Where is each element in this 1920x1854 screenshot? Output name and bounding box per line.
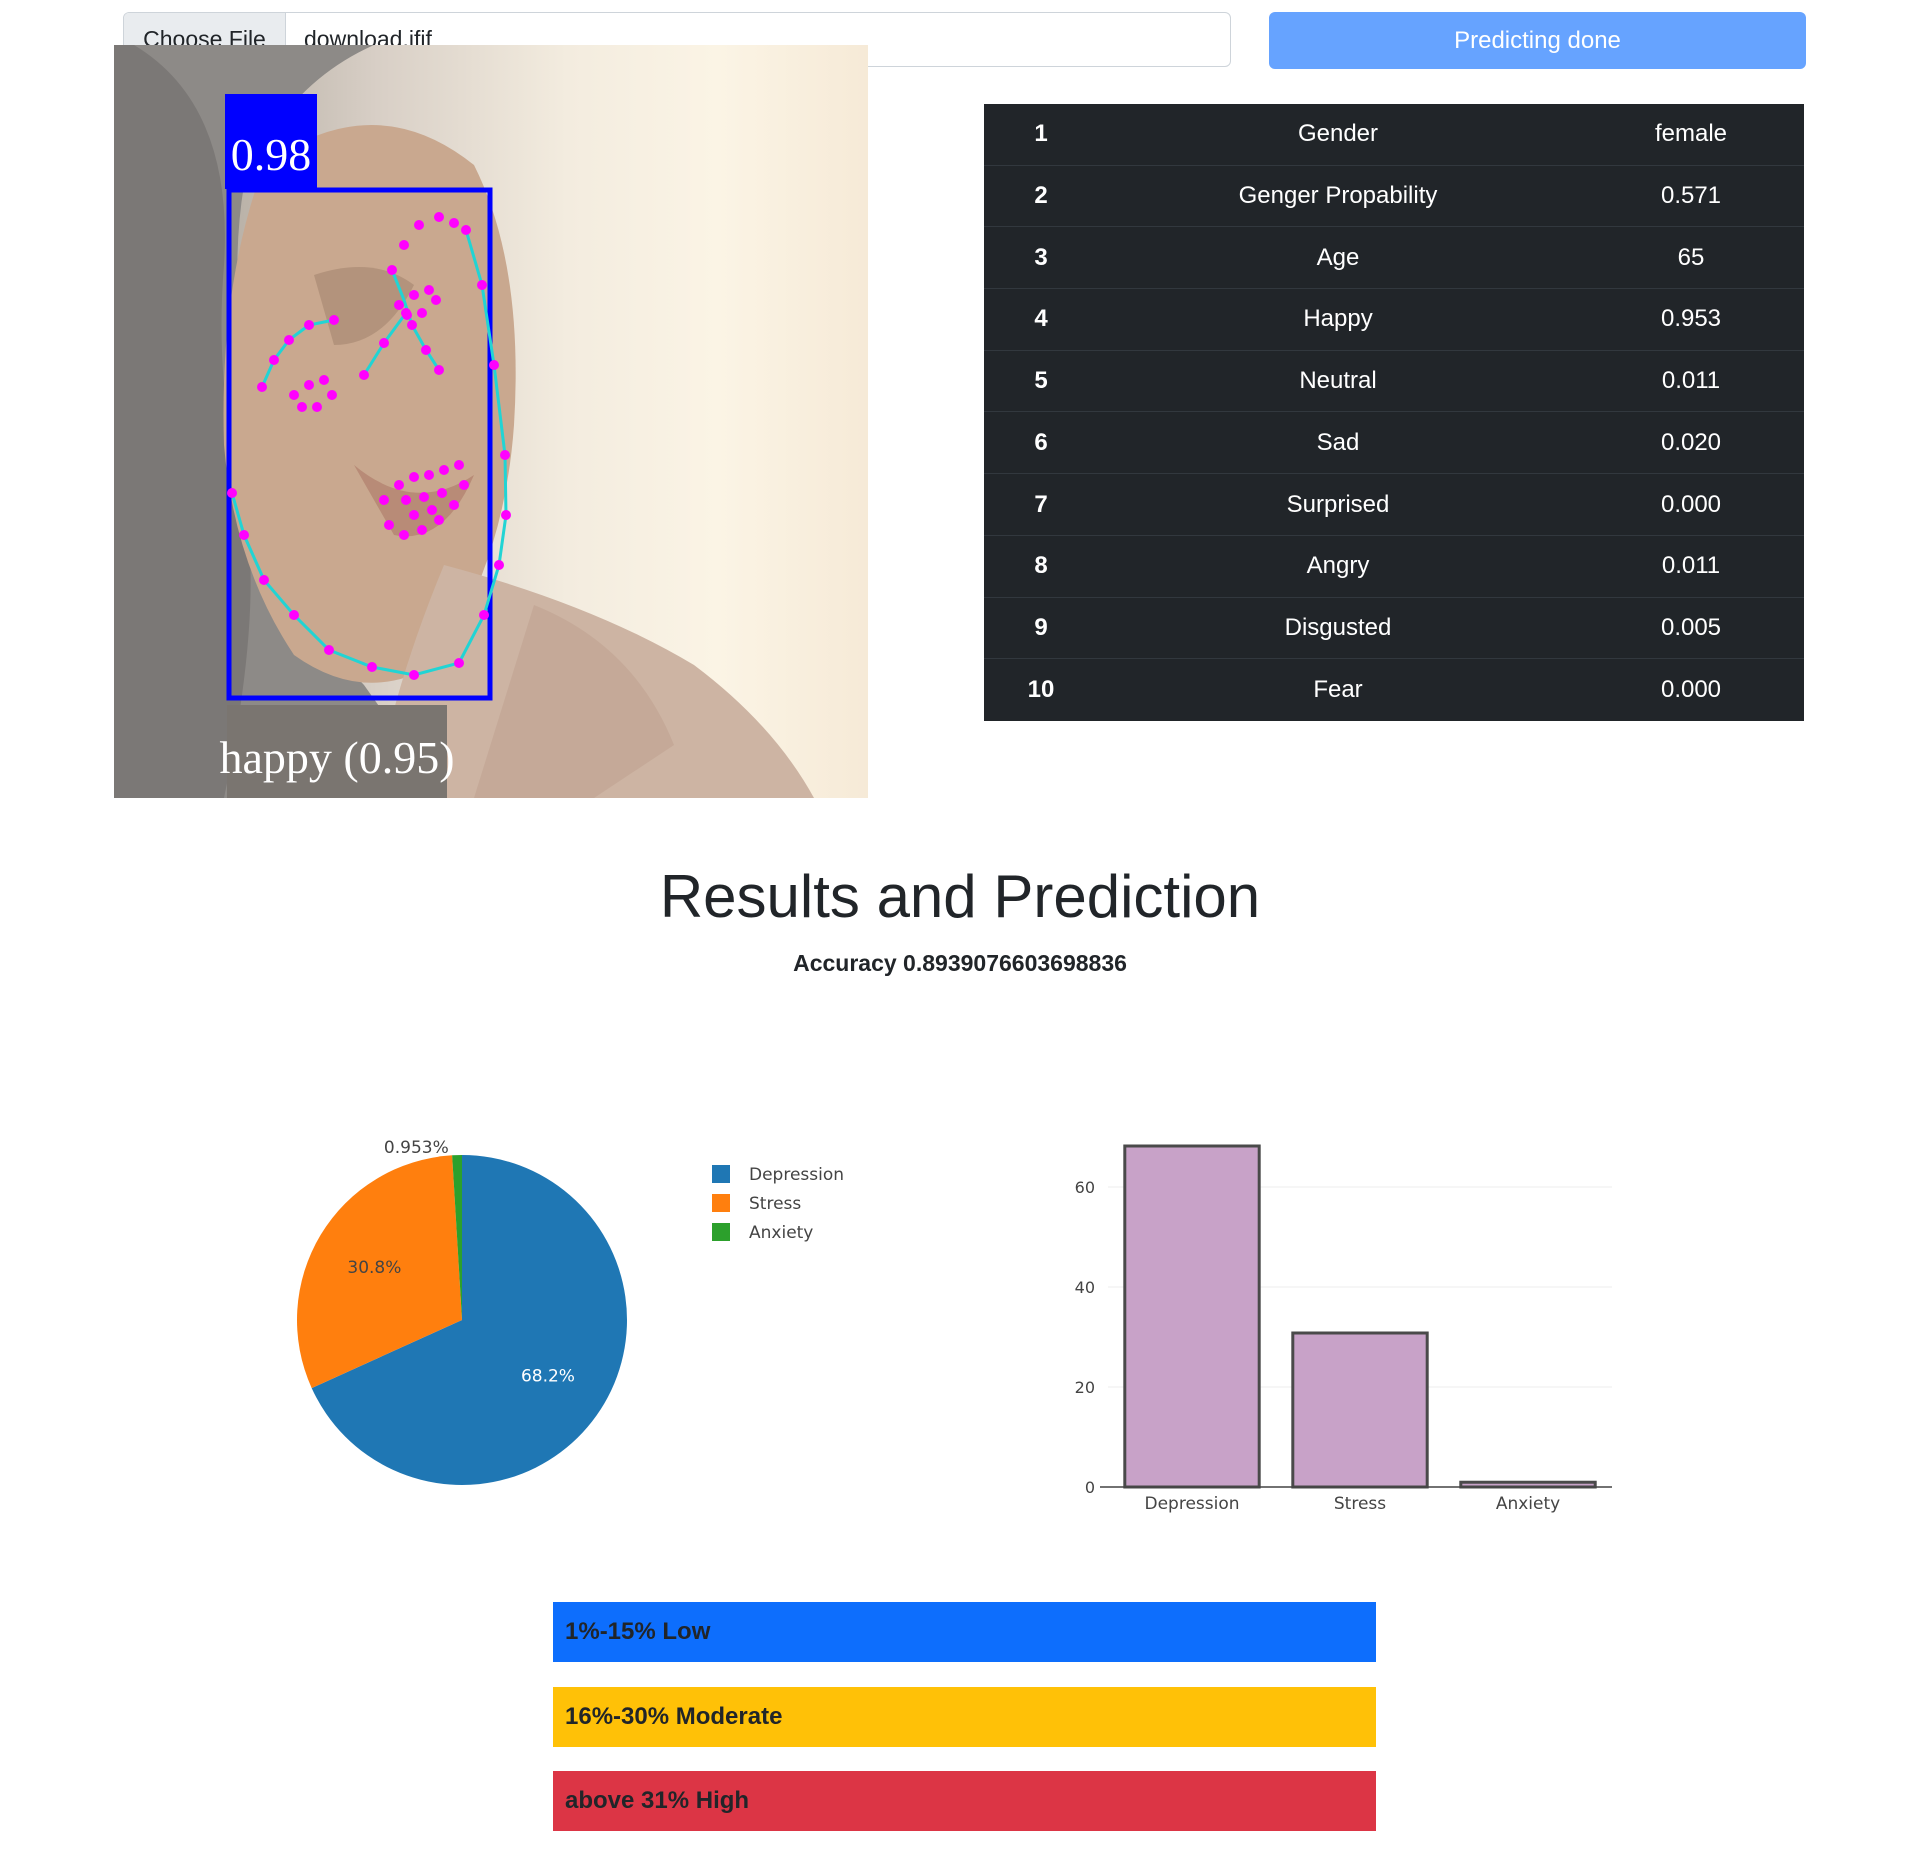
legend-label: Stress bbox=[749, 1194, 801, 1214]
table-row: 2 Genger Propability 0.571 bbox=[984, 166, 1804, 228]
risk-level-bar: 1%-15% Low bbox=[553, 1602, 1376, 1662]
table-cell-index: 5 bbox=[1034, 367, 1048, 395]
table-cell-index: 7 bbox=[1034, 490, 1048, 518]
results-title: Results and Prediction bbox=[659, 863, 1261, 930]
table-cell-value: 0.953 bbox=[1660, 305, 1722, 333]
table-cell-value: 0.571 bbox=[1660, 182, 1722, 210]
bar-y-tick-label: 0 bbox=[1085, 1478, 1095, 1497]
table-cell-label: Gender bbox=[1297, 120, 1379, 148]
table-cell-label: Neutral bbox=[1299, 367, 1377, 395]
table-cell-index: 9 bbox=[1034, 613, 1048, 641]
legend-label: Depression bbox=[749, 1165, 844, 1185]
table-cell-index: 8 bbox=[1034, 552, 1048, 580]
risk-level-bar: above 31% High bbox=[553, 1771, 1376, 1831]
bar-x-tick-label: Depression bbox=[1144, 1494, 1239, 1514]
legend-label: Anxiety bbox=[749, 1223, 813, 1243]
bar-x-tick-label: Stress bbox=[1334, 1494, 1386, 1514]
table-row: 6 Sad 0.020 bbox=[984, 413, 1804, 475]
table-cell-label: Disgusted bbox=[1284, 613, 1392, 641]
table-cell-index: 4 bbox=[1034, 305, 1048, 333]
table-row: 4 Happy 0.953 bbox=[984, 289, 1804, 351]
table-row: 10 Fear 0.000 bbox=[984, 659, 1804, 721]
table-cell-label: Age bbox=[1316, 243, 1360, 271]
table-cell-label: Happy bbox=[1303, 305, 1373, 333]
face-detection-image: 0.98 happy (0.95) bbox=[114, 45, 868, 798]
table-row: 1 Gender female bbox=[984, 104, 1804, 166]
table-cell-label: Fear bbox=[1313, 676, 1363, 704]
table-cell-label: Surprised bbox=[1286, 490, 1390, 518]
table-row: 5 Neutral 0.011 bbox=[984, 351, 1804, 413]
table-cell-value: 0.005 bbox=[1660, 613, 1722, 641]
table-cell-value: female bbox=[1654, 120, 1728, 148]
charts: 68.2% 30.8% 0.953% Depression Stress Anxiety… bbox=[297, 1138, 1612, 1514]
pie-legend: Depression Stress Anxiety bbox=[712, 1165, 844, 1243]
legend-swatch bbox=[712, 1194, 730, 1212]
pie-slice-label: 68.2% bbox=[521, 1366, 575, 1386]
bar-stress bbox=[1291, 1331, 1429, 1489]
bar-y-tick-label: 60 bbox=[1075, 1178, 1095, 1197]
table-cell-value: 65 bbox=[1677, 243, 1705, 271]
emotion-caption: happy (0.95) bbox=[219, 732, 454, 783]
table-cell-value: 0.011 bbox=[1661, 552, 1721, 580]
table-cell-label: Sad bbox=[1316, 428, 1360, 456]
bar-y-tick-label: 40 bbox=[1075, 1278, 1095, 1297]
results-table: 1 Gender female 2 Genger Propability 0.571 3 Ag… bbox=[984, 104, 1804, 721]
table-row: 7 Surprised 0.000 bbox=[984, 474, 1804, 536]
pie-chart: 68.2% 30.8% 0.953% bbox=[297, 1138, 628, 1485]
predict-button[interactable]: Predicting done bbox=[1269, 12, 1806, 69]
table-cell-index: 1 bbox=[1034, 120, 1048, 148]
bar-chart: 0 20 40 60 Depression Stress Anxiety bbox=[1075, 1144, 1612, 1514]
table-cell-index: 10 bbox=[1027, 676, 1055, 704]
table-cell-label: Genger Propability bbox=[1238, 182, 1438, 210]
table-cell-value: 0.011 bbox=[1661, 367, 1721, 395]
table-cell-index: 2 bbox=[1034, 182, 1048, 210]
table-row: 8 Angry 0.011 bbox=[984, 536, 1804, 598]
legend-swatch bbox=[712, 1223, 730, 1241]
bar-y-tick-label: 20 bbox=[1075, 1378, 1095, 1397]
bar-x-tick-label: Anxiety bbox=[1496, 1494, 1560, 1514]
table-cell-index: 3 bbox=[1034, 243, 1048, 271]
table-cell-value: 0.020 bbox=[1660, 428, 1722, 456]
pie-slice-label: 0.953% bbox=[384, 1138, 449, 1158]
table-cell-value: 0.000 bbox=[1660, 490, 1722, 518]
table-cell-value: 0.000 bbox=[1660, 676, 1722, 704]
face-score-label: 0.98 bbox=[231, 129, 312, 180]
bar-depression bbox=[1123, 1144, 1261, 1489]
risk-level-bar: 16%-30% Moderate bbox=[553, 1687, 1376, 1747]
table-cell-index: 6 bbox=[1034, 428, 1048, 456]
legend-swatch bbox=[712, 1165, 730, 1183]
pie-slice-label: 30.8% bbox=[347, 1258, 401, 1278]
table-row: 9 Disgusted 0.005 bbox=[984, 598, 1804, 660]
table-cell-label: Angry bbox=[1306, 552, 1370, 580]
accuracy-text: Accuracy 0.8939076603698836 bbox=[793, 950, 1127, 976]
table-row: 3 Age 65 bbox=[984, 227, 1804, 290]
